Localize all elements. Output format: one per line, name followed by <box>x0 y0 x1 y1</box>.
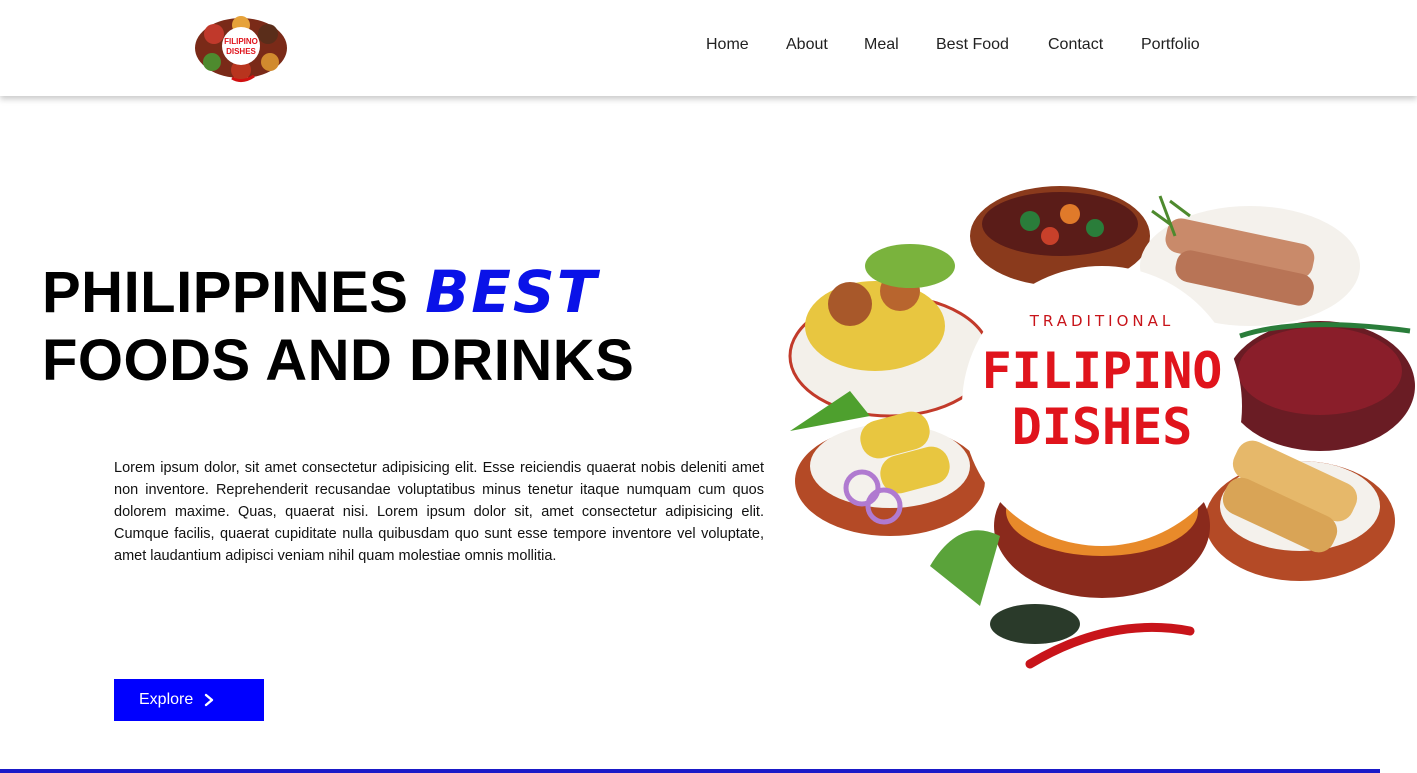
badge-line1: FILIPINO <box>982 342 1223 400</box>
hero-title-accent: BEST <box>425 258 599 326</box>
nav-about[interactable]: About <box>786 36 828 54</box>
hero-title: PHILIPPINES BEST FOODS AND DRINKS <box>42 258 634 395</box>
nav-meal[interactable]: Meal <box>864 36 899 54</box>
mussel <box>990 604 1080 644</box>
chevron-right-icon <box>205 693 214 707</box>
badge-line2: DISHES <box>1012 398 1193 456</box>
badge-small-text: TRADITIONAL <box>1029 312 1174 330</box>
bottom-accent-bar <box>0 769 1380 773</box>
nav-best-food[interactable]: Best Food <box>936 36 1009 54</box>
explore-button-label: Explore <box>139 691 194 708</box>
explore-button[interactable]: Explore <box>114 679 264 721</box>
nav-contact[interactable]: Contact <box>1048 36 1103 54</box>
site-header: FILIPINO DISHES Home About Meal Best Foo… <box>0 0 1417 96</box>
hero-title-part2: FOODS AND DRINKS <box>42 328 635 393</box>
filipino-dishes-illustration: TRADITIONAL FILIPINO DISHES <box>788 186 1415 669</box>
main-nav: Home About Meal Best Food Contact Portfo… <box>0 36 1417 58</box>
hero-title-part1: PHILIPPINES <box>42 260 426 325</box>
hero-description: Lorem ipsum dolor, sit amet consectetur … <box>114 460 764 564</box>
nav-home[interactable]: Home <box>706 36 749 54</box>
nav-portfolio[interactable]: Portfolio <box>1141 36 1200 54</box>
